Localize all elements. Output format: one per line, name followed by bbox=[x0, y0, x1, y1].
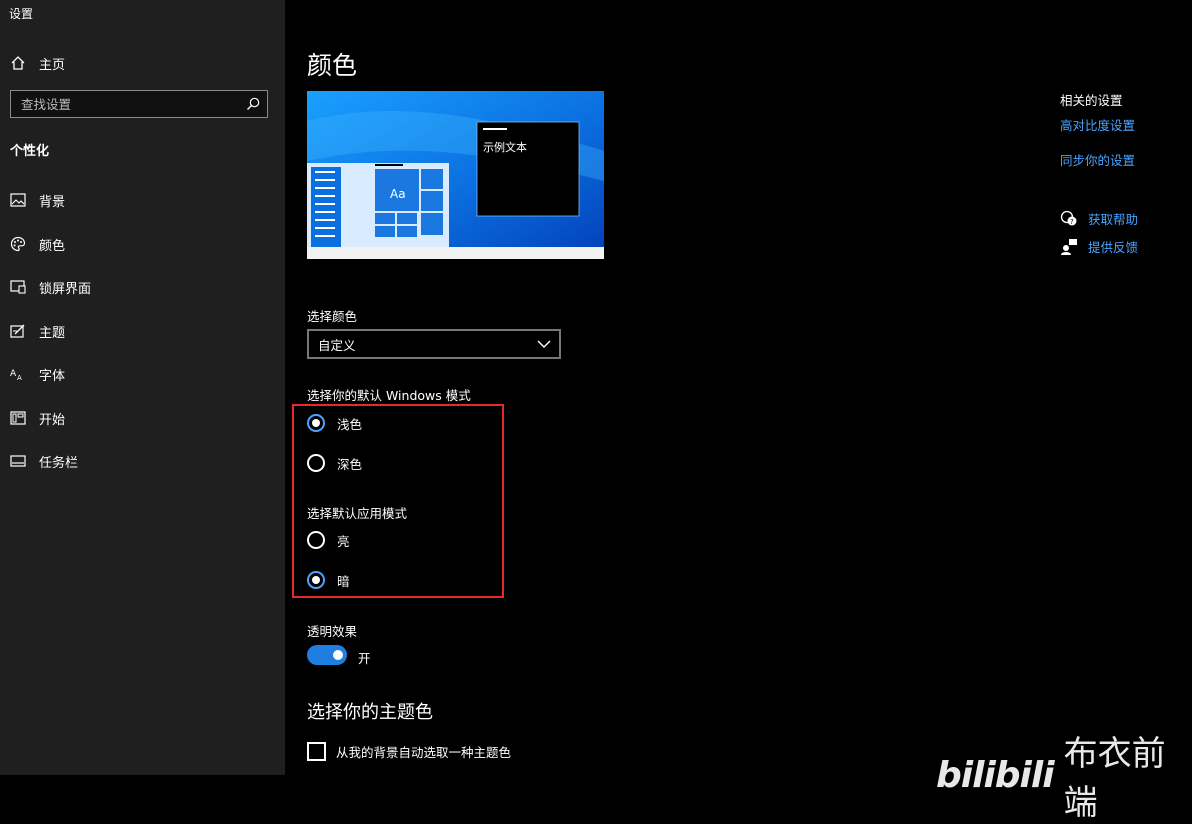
help-chat-icon: ? bbox=[1060, 210, 1078, 228]
feedback-row[interactable]: 提供反馈 bbox=[1060, 237, 1138, 256]
search-input[interactable] bbox=[19, 95, 245, 113]
related-settings: 相关的设置 高对比度设置 同步你的设置 bbox=[1060, 90, 1190, 168]
sidebar-item-themes[interactable]: 主题 bbox=[0, 311, 285, 351]
theme-icon bbox=[9, 322, 27, 340]
preview-sample-text: 示例文本 bbox=[483, 141, 527, 154]
sidebar-item-label: 锁屏界面 bbox=[39, 281, 92, 297]
link-sync-settings[interactable]: 同步你的设置 bbox=[1060, 150, 1135, 169]
sidebar-item-label: 主题 bbox=[39, 325, 66, 341]
get-help-row[interactable]: ? 获取帮助 bbox=[1060, 209, 1138, 228]
start-icon bbox=[9, 409, 27, 427]
related-heading: 相关的设置 bbox=[1060, 93, 1123, 108]
watermark-text: 布衣前端 bbox=[1063, 734, 1166, 823]
link-high-contrast[interactable]: 高对比度设置 bbox=[1060, 115, 1135, 134]
window-title: 设置 bbox=[9, 7, 34, 21]
choose-color-dropdown[interactable]: 自定义 bbox=[307, 329, 561, 359]
toggle-state-text: 开 bbox=[358, 651, 371, 666]
sidebar-item-label: 开始 bbox=[39, 412, 66, 428]
highlight-box bbox=[292, 404, 504, 598]
preview-tile-text: Aa bbox=[390, 187, 406, 201]
svg-text:?: ? bbox=[1070, 218, 1074, 226]
sidebar-item-label: 背景 bbox=[39, 194, 66, 210]
sidebar-item-taskbar[interactable]: 任务栏 bbox=[0, 441, 285, 481]
link-feedback[interactable]: 提供反馈 bbox=[1088, 237, 1138, 256]
transparency-toggle[interactable] bbox=[307, 645, 347, 665]
sidebar-item-start[interactable]: 开始 bbox=[0, 398, 285, 438]
checkbox[interactable] bbox=[307, 742, 326, 761]
search-box[interactable] bbox=[10, 90, 268, 118]
windows-mode-label: 选择你的默认 Windows 模式 bbox=[307, 388, 471, 403]
section-heading: 个性化 bbox=[10, 144, 50, 159]
sidebar-item-label: 主页 bbox=[39, 57, 66, 73]
watermark: bilibili 布衣前端 bbox=[936, 726, 1192, 824]
sidebar-item-background[interactable]: 背景 bbox=[0, 180, 285, 220]
choose-color-label: 选择颜色 bbox=[307, 309, 358, 324]
sidebar: 设置 主页 个性化 背景 颜色 锁屏界面 主题 bbox=[0, 0, 285, 775]
transparency-label: 透明效果 bbox=[307, 624, 358, 639]
auto-accent-option[interactable]: 从我的背景自动选取一种主题色 bbox=[307, 742, 511, 761]
theme-preview: Aa 示例文本 bbox=[307, 91, 604, 259]
image-icon bbox=[9, 191, 27, 209]
sidebar-item-lock-screen[interactable]: 锁屏界面 bbox=[0, 267, 285, 307]
taskbar-icon bbox=[9, 452, 27, 470]
dropdown-value: 自定义 bbox=[318, 337, 356, 353]
sidebar-item-label: 任务栏 bbox=[39, 455, 79, 471]
bilibili-logo: bilibili bbox=[936, 754, 1055, 796]
lock-screen-icon bbox=[9, 278, 27, 296]
search-icon[interactable] bbox=[245, 96, 261, 112]
home-icon bbox=[9, 54, 27, 72]
link-get-help[interactable]: 获取帮助 bbox=[1088, 209, 1138, 228]
font-icon: AA bbox=[9, 365, 27, 383]
palette-icon bbox=[9, 235, 27, 253]
desktop-wallpaper bbox=[307, 91, 604, 259]
sidebar-item-label: 颜色 bbox=[39, 238, 66, 254]
main-content: 颜色 Aa 示例文本 选择颜色 自定义 选择你的默认 Windows 模式 浅色… bbox=[285, 0, 1192, 775]
sidebar-item-home[interactable]: 主页 bbox=[0, 43, 285, 83]
feedback-icon bbox=[1060, 238, 1078, 256]
sidebar-item-colors[interactable]: 颜色 bbox=[0, 224, 285, 264]
svg-text:A: A bbox=[17, 374, 22, 381]
accent-title: 选择你的主题色 bbox=[307, 702, 433, 723]
chevron-down-icon bbox=[537, 340, 551, 348]
page-title: 颜色 bbox=[307, 51, 358, 80]
checkbox-label: 从我的背景自动选取一种主题色 bbox=[336, 745, 512, 760]
sidebar-item-label: 字体 bbox=[39, 368, 66, 384]
sidebar-item-fonts[interactable]: AA 字体 bbox=[0, 354, 285, 394]
svg-text:A: A bbox=[10, 369, 17, 379]
